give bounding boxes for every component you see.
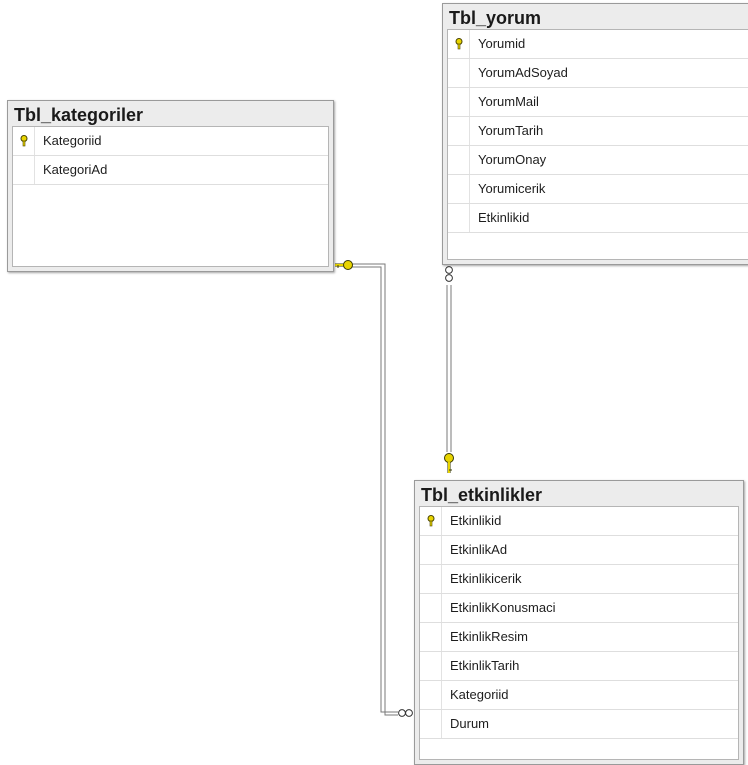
column-name: YorumOnay [478,152,547,167]
column-name: EtkinlikAd [450,542,508,557]
column-row[interactable]: KategoriAd [13,156,328,185]
row-gutter [448,204,470,232]
column-row[interactable]: Kategoriid [13,127,328,156]
column-name: YorumAdSoyad [478,65,568,80]
column-row[interactable]: YorumOnay [448,146,748,175]
column-row[interactable]: Etkinlikid [420,507,738,536]
column-row[interactable]: Yorumid [448,30,748,59]
row-gutter [448,146,470,174]
column-name: Etkinlikid [450,513,502,528]
primary-key-gutter [13,127,35,155]
column-name: YorumMail [478,94,539,109]
row-gutter [420,681,442,709]
key-icon [427,515,434,527]
row-gutter [420,623,442,651]
column-row[interactable]: YorumMail [448,88,748,117]
key-icon [444,453,454,473]
column-name: Yorumid [478,36,526,51]
key-icon [335,260,353,270]
column-name: Kategoriid [450,687,509,702]
column-name: Yorumicerik [478,181,546,196]
column-row[interactable]: Durum [420,710,738,739]
row-gutter [448,175,470,203]
row-gutter [420,652,442,680]
column-row[interactable]: Yorumicerik [448,175,748,204]
table-kategoriler[interactable]: Tbl_kategoriler Kategoriid KategoriAd [7,100,334,272]
table-title[interactable]: Tbl_kategoriler [8,101,333,125]
primary-key-gutter [448,30,470,58]
row-gutter [13,156,35,184]
key-icon [455,38,462,50]
table-etkinlikler[interactable]: Tbl_etkinlikler Etkinlikid EtkinlikAd Et… [414,480,744,765]
table-title[interactable]: Tbl_yorum [443,4,748,28]
column-name: EtkinlikResim [450,629,529,644]
column-row[interactable]: Etkinlikicerik [420,565,738,594]
column-name: Kategoriid [43,133,102,148]
column-name: Etkinlikid [478,210,530,225]
column-name: EtkinlikTarih [450,658,520,673]
row-gutter [420,594,442,622]
row-gutter [420,536,442,564]
column-row[interactable]: YorumAdSoyad [448,59,748,88]
column-row[interactable]: EtkinlikKonusmaci [420,594,738,623]
column-name: EtkinlikKonusmaci [450,600,556,615]
column-list: Kategoriid KategoriAd [12,126,329,267]
column-name: Etkinlikicerik [450,571,522,586]
table-title[interactable]: Tbl_etkinlikler [415,481,743,505]
infinity-icon [445,266,453,282]
row-gutter [448,59,470,87]
table-yorum[interactable]: Tbl_yorum Yorumid YorumAdSoyad YorumMail… [442,3,748,265]
primary-key-gutter [420,507,442,535]
column-row[interactable]: Kategoriid [420,681,738,710]
column-row[interactable]: EtkinlikTarih [420,652,738,681]
column-row[interactable]: YorumTarih [448,117,748,146]
key-icon [20,135,27,147]
column-row[interactable]: EtkinlikAd [420,536,738,565]
relationship-kategori-etkinlik[interactable] [352,263,398,716]
row-gutter [448,88,470,116]
row-gutter [420,565,442,593]
row-gutter [448,117,470,145]
column-list: Etkinlikid EtkinlikAd Etkinlikicerik Etk… [419,506,739,760]
relationship-etkinlik-yorum[interactable] [446,285,452,452]
column-row[interactable]: Etkinlikid [448,204,748,233]
infinity-icon [398,709,413,717]
column-name: YorumTarih [478,123,544,138]
column-name: Durum [450,716,490,731]
row-gutter [420,710,442,738]
column-list: Yorumid YorumAdSoyad YorumMail YorumTari… [447,29,748,260]
column-name: KategoriAd [43,162,108,177]
column-row[interactable]: EtkinlikResim [420,623,738,652]
